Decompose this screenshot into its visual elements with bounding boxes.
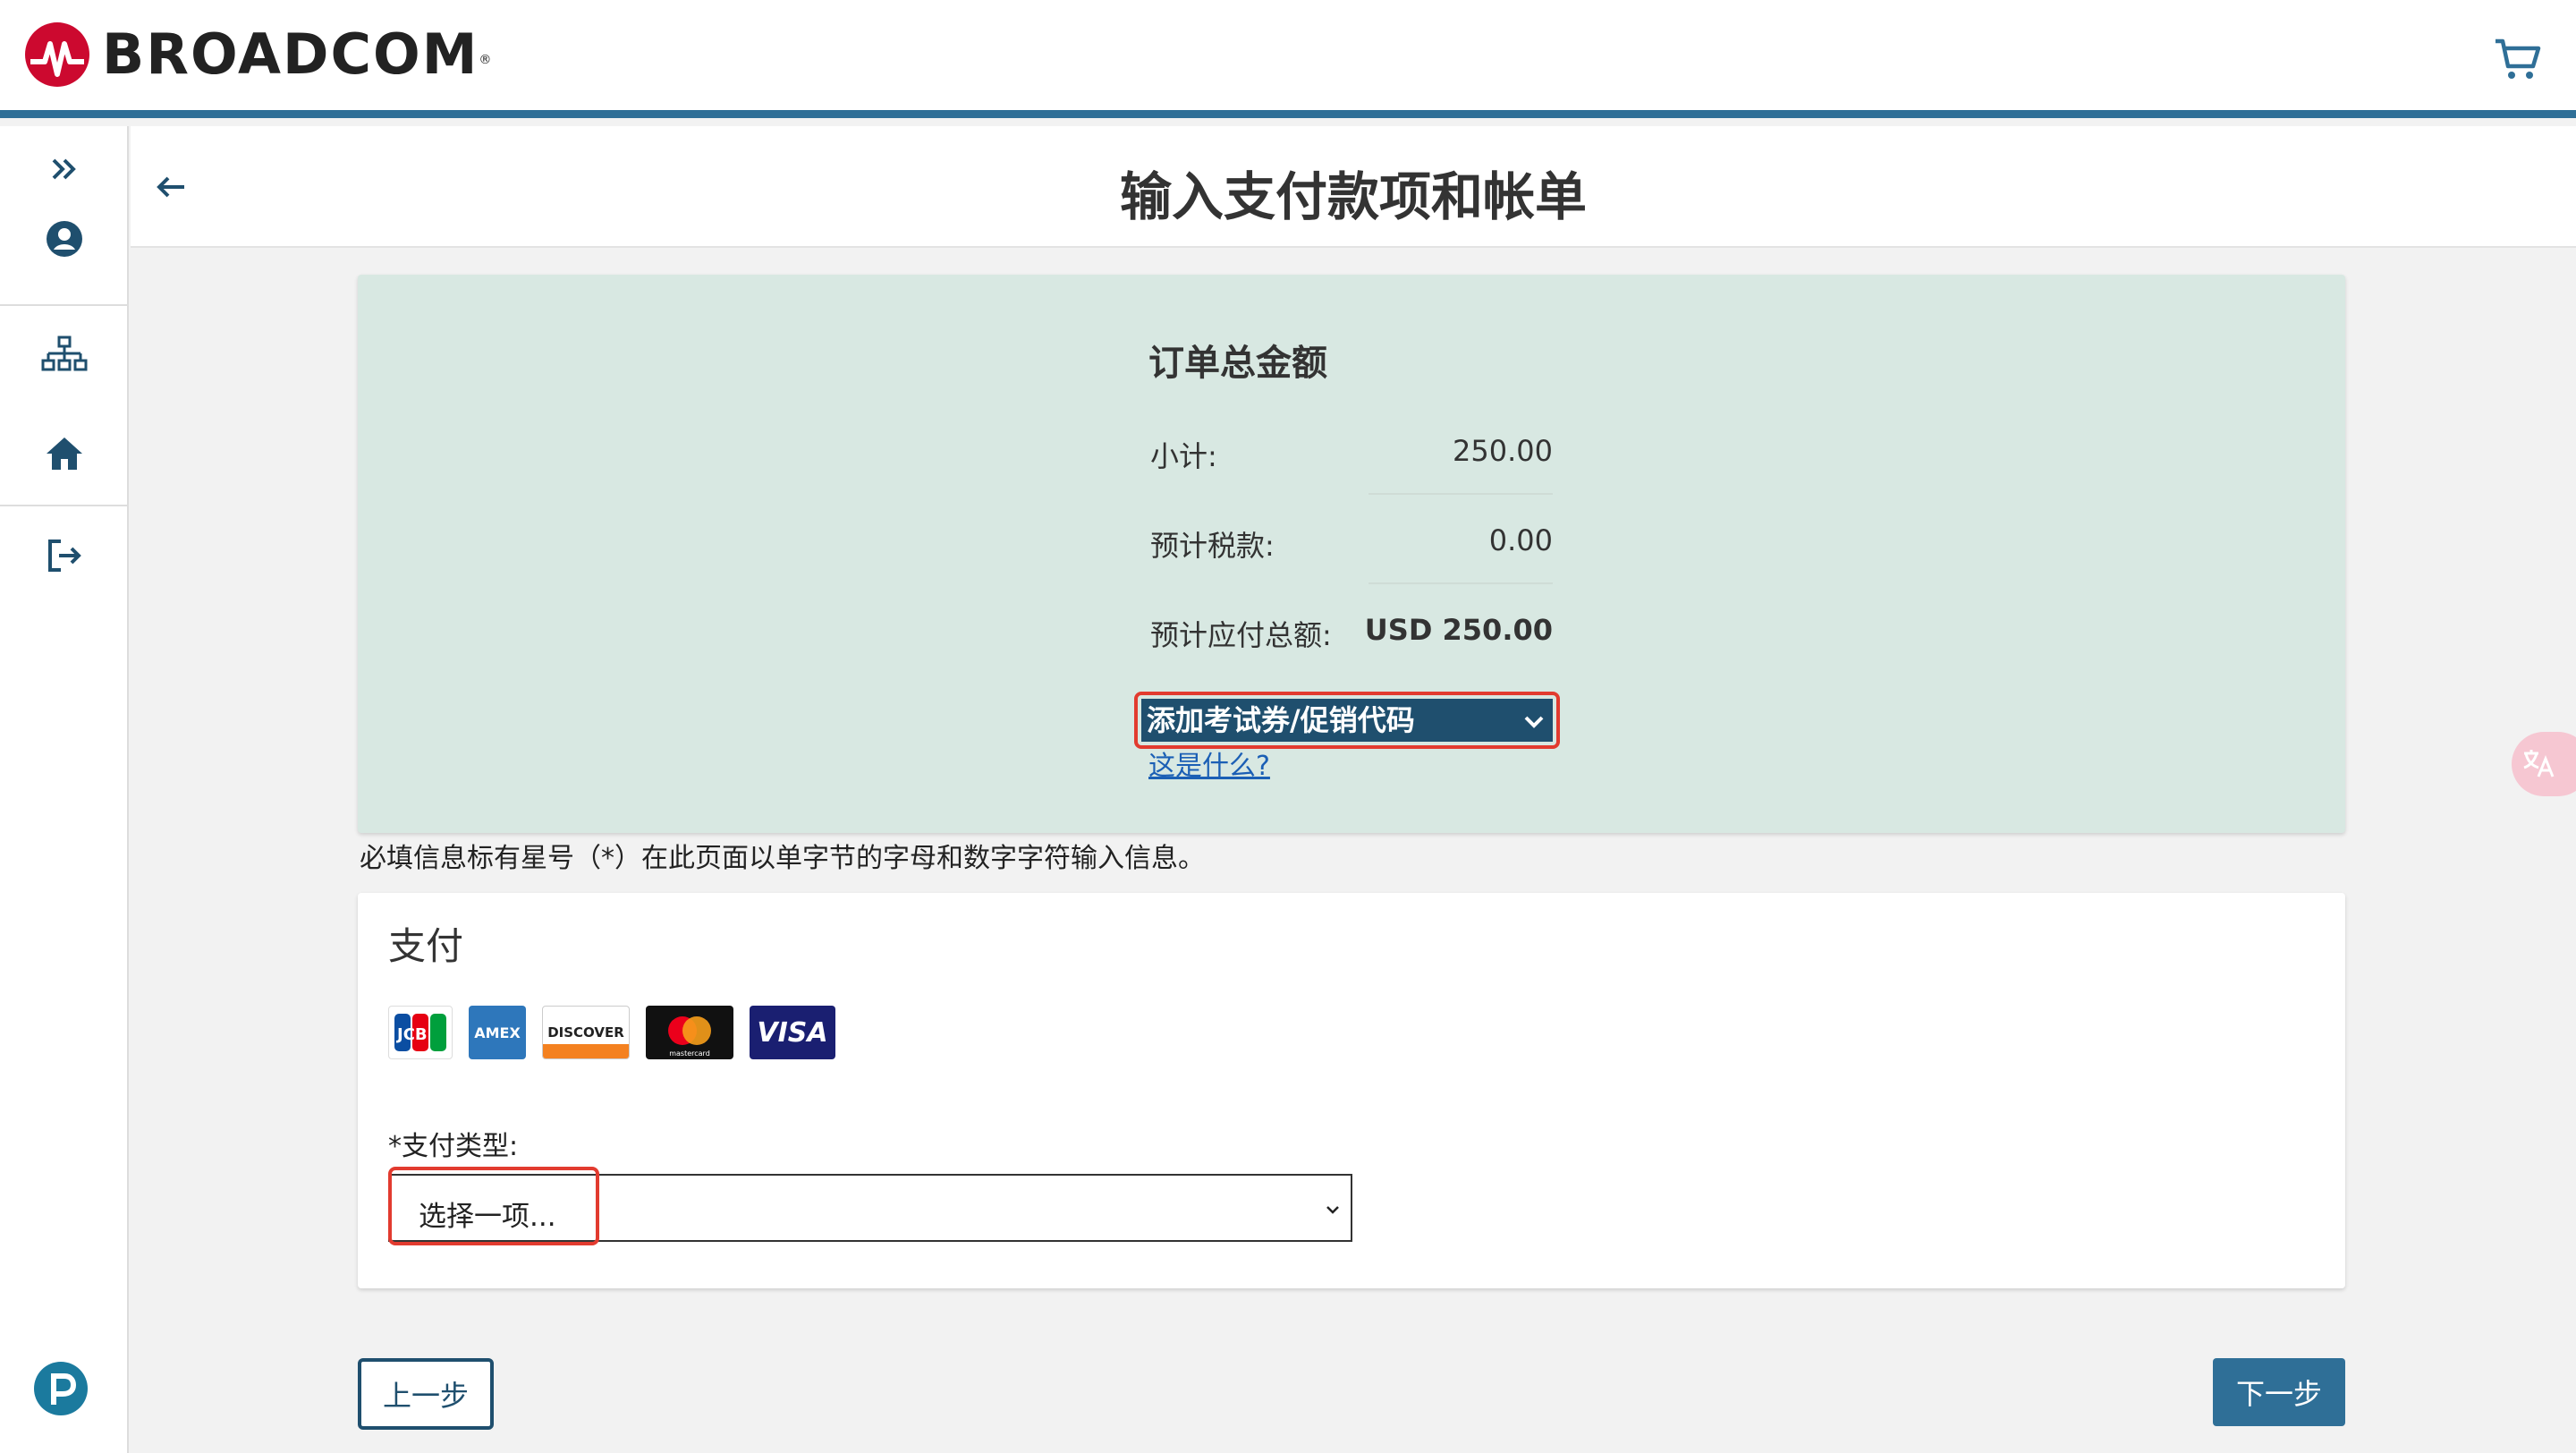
home-icon[interactable] <box>39 429 89 479</box>
sidebar-divider <box>0 304 127 306</box>
order-summary-panel: 订单总金额 小计: 250.00 预计税款: 0.00 预计应付总额: USD … <box>358 275 2345 833</box>
promo-code-label: 添加考试券/促销代码 <box>1147 703 1415 737</box>
payment-panel: 支付 JCB AMEX DISCOVER mastercard VISA *支付… <box>358 893 2345 1288</box>
cart-icon[interactable] <box>2492 34 2542 84</box>
summary-divider <box>1368 493 1553 495</box>
brand-name: BROADCOM <box>102 21 479 87</box>
visa-text: VISA <box>757 1016 828 1049</box>
chevron-down-icon <box>1521 704 1547 731</box>
summary-divider <box>1368 582 1553 584</box>
promo-code-toggle[interactable]: 添加考试券/促销代码 <box>1141 699 1553 742</box>
page-title: 输入支付款项和帐单 <box>1119 166 1587 227</box>
tax-label: 预计税款: <box>1150 529 1275 563</box>
chevron-down-icon <box>1322 1199 1343 1220</box>
expand-icon[interactable] <box>39 144 89 194</box>
registered-mark: ® <box>479 52 492 67</box>
tax-row: 预计税款: 0.00 <box>1150 523 1553 565</box>
mastercard-text: mastercard <box>669 1049 710 1058</box>
subtotal-label: 小计: <box>1150 439 1217 473</box>
card-logos: JCB AMEX DISCOVER mastercard VISA <box>388 1006 835 1059</box>
visa-card-icon: VISA <box>750 1006 835 1059</box>
jcb-card-icon: JCB <box>388 1006 453 1059</box>
total-label: 预计应付总额: <box>1150 618 1332 652</box>
payment-type-highlight <box>388 1167 599 1245</box>
order-total-heading: 订单总金额 <box>1148 343 1327 384</box>
amex-text: AMEX <box>474 1024 521 1041</box>
total-value: USD 250.00 <box>1364 613 1553 647</box>
subtotal-row: 小计: 250.00 <box>1150 434 1553 475</box>
total-row: 预计应付总额: USD 250.00 <box>1150 613 1553 654</box>
broadcom-logo[interactable]: BROADCOM ® <box>25 21 491 87</box>
mastercard-card-icon: mastercard <box>646 1006 733 1059</box>
user-icon[interactable] <box>39 214 89 264</box>
payment-heading: 支付 <box>388 924 464 968</box>
sidebar <box>0 126 129 1453</box>
discover-text: DISCOVER <box>547 1024 624 1041</box>
discover-card-icon: DISCOVER <box>542 1006 630 1059</box>
previous-step-button[interactable]: 上一步 <box>358 1358 494 1430</box>
translate-icon[interactable] <box>2512 732 2576 796</box>
title-bar: 输入支付款项和帐单 <box>131 126 2576 248</box>
payment-type-label: *支付类型: <box>388 1131 519 1162</box>
what-is-this-link[interactable]: 这是什么? <box>1148 743 1270 783</box>
tax-value: 0.00 <box>1488 523 1553 557</box>
sidebar-divider <box>0 505 127 506</box>
broadcom-logo-icon <box>25 21 89 87</box>
org-chart-icon[interactable] <box>39 330 89 380</box>
amex-card-icon: AMEX <box>469 1006 526 1059</box>
top-header: BROADCOM ® <box>0 0 2576 118</box>
jcb-text: JCB <box>395 1025 428 1044</box>
help-icon[interactable] <box>34 1362 88 1415</box>
next-step-button[interactable]: 下一步 <box>2213 1358 2345 1426</box>
subtotal-value: 250.00 <box>1453 434 1553 468</box>
required-fields-note: 必填信息标有星号（*）在此页面以单字节的字母和数字字符输入信息。 <box>360 843 1205 874</box>
logout-icon[interactable] <box>39 531 89 581</box>
promo-code-dropdown[interactable]: 添加考试券/促销代码 <box>1134 692 1560 749</box>
